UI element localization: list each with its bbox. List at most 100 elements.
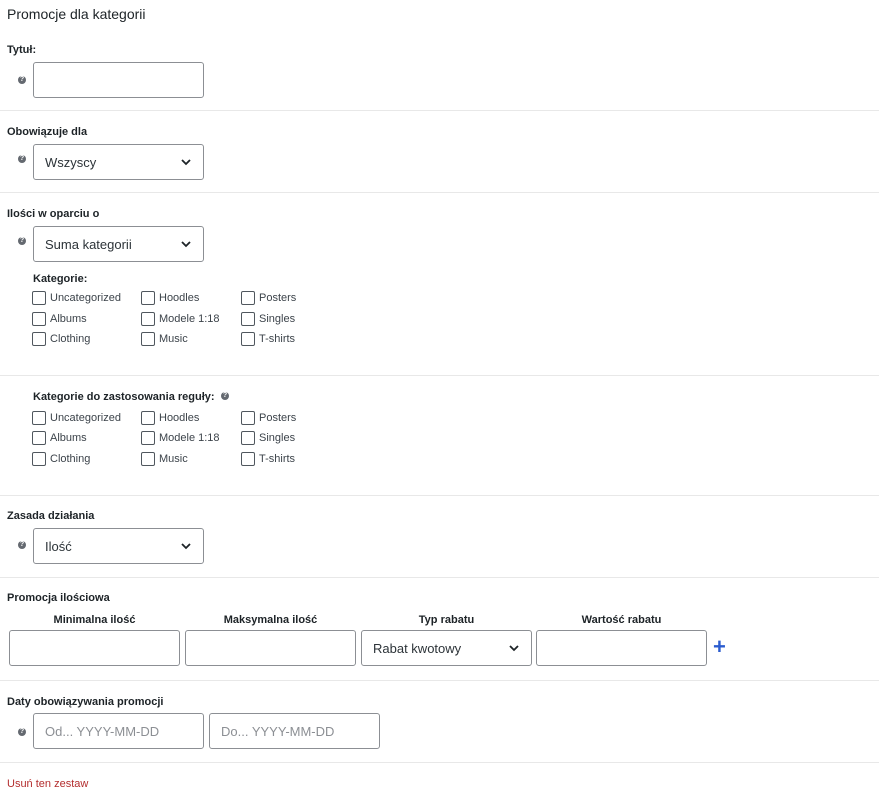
discount-type-value: Rabat kwotowy: [373, 640, 462, 656]
checkbox-label: Music: [159, 333, 188, 345]
checkbox[interactable]: [32, 431, 46, 445]
applies-to-label: Obowiązuje dla: [7, 126, 88, 138]
checkbox-label: Uncategorized: [50, 292, 121, 304]
category-checkbox[interactable]: Clothing: [32, 332, 90, 346]
checkbox-label: Clothing: [50, 333, 91, 345]
checkbox-label: T-shirts: [259, 333, 296, 345]
checkbox[interactable]: [241, 411, 255, 425]
quantity-basis-label: Ilości w oparciu o: [7, 208, 100, 220]
checkbox-label: Posters: [259, 292, 297, 304]
checkbox[interactable]: [241, 312, 255, 326]
discount-type-select[interactable]: Rabat kwotowy: [361, 630, 532, 666]
rule-select[interactable]: Ilość: [33, 528, 204, 564]
checkbox[interactable]: [241, 431, 255, 445]
applies-to-value: Wszyscy: [45, 154, 97, 170]
checkbox[interactable]: [241, 332, 255, 346]
help-icon[interactable]: ?: [221, 392, 229, 400]
checkbox[interactable]: [32, 411, 46, 425]
column-header-min: Minimalna ilość: [53, 614, 136, 626]
chevron-down-icon: [181, 159, 191, 166]
remove-set-link[interactable]: Usuń ten zestaw: [7, 778, 88, 790]
rule-categories-label: Kategorie do zastosowania reguły:: [33, 391, 215, 403]
date-from-placeholder: Od... YYYY-MM-DD: [45, 723, 160, 739]
category-checkbox[interactable]: Music: [141, 332, 188, 346]
checkbox-label: T-shirts: [259, 453, 296, 465]
date-from-input[interactable]: Od... YYYY-MM-DD: [33, 713, 204, 749]
category-checkbox[interactable]: Modele 1:18: [141, 312, 220, 326]
rule-value: Ilość: [45, 538, 72, 554]
separator: [0, 680, 879, 681]
date-to-placeholder: Do... YYYY-MM-DD: [221, 723, 335, 739]
category-checkbox[interactable]: Albums: [32, 312, 87, 326]
page-title: Promocje dla kategorii: [7, 6, 146, 22]
checkbox[interactable]: [141, 431, 155, 445]
min-quantity-input[interactable]: [9, 630, 180, 666]
help-icon[interactable]: ?: [18, 76, 26, 84]
checkbox-label: Albums: [50, 432, 87, 444]
rule-category-checkbox[interactable]: Albums: [32, 431, 87, 445]
category-checkbox[interactable]: Posters: [241, 291, 296, 305]
title-input[interactable]: [33, 62, 204, 98]
checkbox[interactable]: [141, 291, 155, 305]
category-checkbox[interactable]: T-shirts: [241, 332, 295, 346]
separator: [0, 110, 879, 111]
dates-label: Daty obowiązywania promocji: [7, 696, 164, 708]
separator: [0, 495, 879, 496]
checkbox[interactable]: [141, 452, 155, 466]
separator: [0, 192, 879, 193]
rule-category-checkbox[interactable]: Clothing: [32, 452, 90, 466]
rule-category-checkbox[interactable]: Hoodles: [141, 411, 199, 425]
category-checkbox[interactable]: Singles: [241, 312, 295, 326]
rule-category-checkbox[interactable]: Uncategorized: [32, 411, 121, 425]
rule-label: Zasada działania: [7, 510, 95, 522]
rule-category-checkbox[interactable]: Modele 1:18: [141, 431, 220, 445]
rule-category-checkbox[interactable]: T-shirts: [241, 452, 295, 466]
help-icon[interactable]: ?: [18, 237, 26, 245]
checkbox-label: Modele 1:18: [159, 313, 220, 325]
separator: [0, 577, 879, 578]
checkbox-label: Singles: [259, 432, 296, 444]
help-icon[interactable]: ?: [18, 541, 26, 549]
applies-to-select[interactable]: Wszyscy: [33, 144, 204, 180]
add-row-button[interactable]: +: [713, 636, 726, 658]
categories-label: Kategorie:: [33, 273, 88, 285]
rule-category-checkbox[interactable]: Singles: [241, 431, 295, 445]
discount-value-input[interactable]: [536, 630, 707, 666]
checkbox[interactable]: [141, 411, 155, 425]
category-checkbox[interactable]: Uncategorized: [32, 291, 121, 305]
help-icon[interactable]: ?: [18, 155, 26, 163]
checkbox-label: Posters: [259, 412, 297, 424]
checkbox[interactable]: [32, 291, 46, 305]
title-label: Tytuł:: [7, 44, 37, 56]
column-header-discount-value: Wartość rabatu: [581, 614, 662, 626]
checkbox-label: Clothing: [50, 453, 91, 465]
checkbox-label: Music: [159, 453, 188, 465]
checkbox-label: Modele 1:18: [159, 432, 220, 444]
quantity-basis-value: Suma kategorii: [45, 236, 132, 252]
help-icon[interactable]: ?: [18, 728, 26, 736]
checkbox-label: Uncategorized: [50, 412, 121, 424]
checkbox[interactable]: [241, 452, 255, 466]
rule-category-checkbox[interactable]: Music: [141, 452, 188, 466]
checkbox-label: Albums: [50, 313, 87, 325]
checkbox[interactable]: [241, 291, 255, 305]
rule-category-checkbox[interactable]: Posters: [241, 411, 296, 425]
checkbox[interactable]: [141, 312, 155, 326]
checkbox[interactable]: [32, 452, 46, 466]
checkbox[interactable]: [32, 332, 46, 346]
checkbox-label: Singles: [259, 313, 296, 325]
quantity-basis-select[interactable]: Suma kategorii: [33, 226, 204, 262]
checkbox-label: Hoodles: [159, 292, 200, 304]
column-header-max: Maksymalna ilość: [223, 614, 318, 626]
checkbox[interactable]: [32, 312, 46, 326]
separator: [0, 762, 879, 763]
checkbox[interactable]: [141, 332, 155, 346]
max-quantity-input[interactable]: [185, 630, 356, 666]
chevron-down-icon: [509, 645, 519, 652]
separator: [0, 375, 879, 376]
chevron-down-icon: [181, 543, 191, 550]
checkbox-label: Hoodles: [159, 412, 200, 424]
category-checkbox[interactable]: Hoodles: [141, 291, 199, 305]
column-header-discount-type: Typ rabatu: [418, 614, 475, 626]
date-to-input[interactable]: Do... YYYY-MM-DD: [209, 713, 380, 749]
